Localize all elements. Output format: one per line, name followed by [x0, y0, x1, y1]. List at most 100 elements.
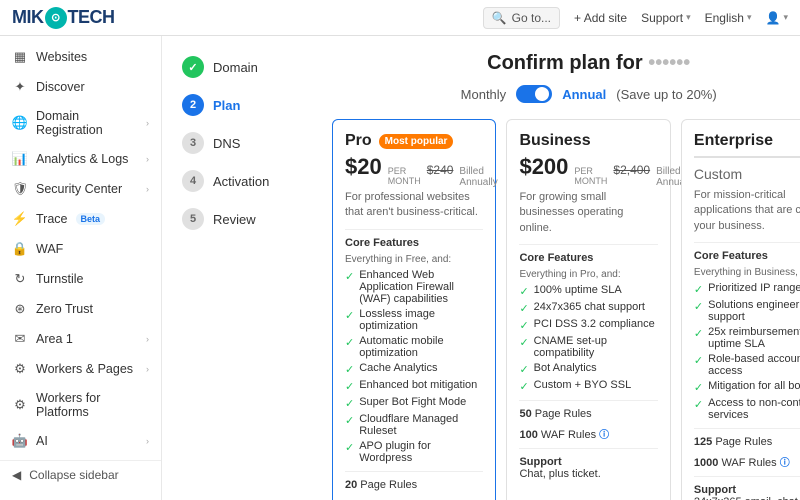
step-circle-plan: 2	[182, 94, 204, 116]
biz-support-title: Support	[519, 456, 657, 468]
step-label-review: Review	[213, 212, 256, 227]
chevron-right-icon: ›	[146, 436, 149, 446]
check-icon: ✓	[519, 302, 528, 315]
sidebar-item-domain-reg[interactable]: 🌐 Domain Registration ›	[0, 102, 161, 144]
language-label: English	[705, 11, 744, 25]
sidebar-label: AI	[36, 434, 48, 448]
check-icon: ✓	[345, 414, 354, 427]
nav-actions: 🔍 Go to... + Add site Support ▾ English …	[483, 7, 788, 29]
sidebar-label: Security Center	[36, 182, 122, 196]
step-activation: 4 Activation	[182, 170, 312, 192]
beta-badge: Beta	[76, 213, 106, 225]
sidebar-item-workers-platform[interactable]: ⚙ Workers for Platforms	[0, 384, 161, 426]
sidebar-item-ai[interactable]: 🤖 AI ›	[0, 426, 161, 456]
sidebar-item-workers[interactable]: ⚙ Workers & Pages ›	[0, 354, 161, 384]
enterprise-price: Custom	[694, 166, 800, 182]
pro-price-per: PERMONTH	[388, 167, 421, 187]
websites-icon: ▦	[12, 49, 28, 65]
sidebar-label: Discover	[36, 80, 85, 94]
sidebar-label: Analytics & Logs	[36, 152, 128, 166]
plan-card-pro[interactable]: Pro Most popular $20 PERMONTH $240 Bille…	[332, 119, 496, 500]
sidebar-item-analytics[interactable]: 📊 Analytics & Logs ›	[0, 144, 161, 174]
step-circle-review: 5	[182, 208, 204, 230]
sidebar: ▦ Websites ✦ Discover 🌐 Domain Registrat…	[0, 36, 162, 500]
check-icon: ✓	[345, 397, 354, 410]
chevron-down-icon: ▾	[783, 12, 788, 23]
sidebar-item-waf[interactable]: 🔒 WAF	[0, 234, 161, 264]
ent-feature-2: ✓Solutions engineer support	[694, 299, 800, 323]
turnstile-icon: ↻	[12, 271, 28, 287]
biz-feature-3: ✓PCI DSS 3.2 compliance	[519, 318, 657, 332]
trace-icon: ⚡	[12, 211, 28, 227]
wizard-layout: ✓ Domain 2 Plan 3 DNS 4 Activation 5 R	[182, 52, 780, 500]
step-circle-dns: 3	[182, 132, 204, 154]
pro-price: $20	[345, 154, 382, 180]
pro-price-annual: $240	[427, 163, 454, 177]
business-section-sub: Everything in Pro, and:	[519, 269, 657, 280]
top-nav: MIK⊙TECH 🔍 Go to... + Add site Support ▾…	[0, 0, 800, 36]
sidebar-item-security[interactable]: 🛡 Security Center ›	[0, 174, 161, 204]
check-icon: ✓	[519, 336, 528, 349]
logo: MIK⊙TECH	[12, 7, 115, 29]
add-site-button[interactable]: + Add site	[574, 11, 627, 25]
collapse-label: Collapse sidebar	[29, 468, 118, 482]
chevron-right-icon: ›	[146, 364, 149, 374]
collapse-sidebar-button[interactable]: ◀ Collapse sidebar	[0, 460, 161, 489]
sidebar-label: Domain Registration	[36, 109, 138, 137]
ent-rules-waf: 1000 WAF Rules ⓘ	[694, 454, 800, 469]
business-price-per: PERMONTH	[574, 167, 607, 187]
business-header: Business	[519, 132, 657, 150]
analytics-icon: 📊	[12, 151, 28, 167]
business-price-row: $200 PERMONTH $2,400 Billed Annually	[519, 154, 657, 188]
plan-card-business[interactable]: Business $200 PERMONTH $2,400 Billed Ann…	[506, 119, 670, 500]
collapse-icon: ◀	[12, 468, 21, 482]
save-label: (Save up to 20%)	[616, 87, 716, 102]
ent-feature-5: ✓Mitigation for all bots	[694, 380, 800, 394]
pro-name: Pro	[345, 132, 372, 150]
enterprise-section-title: Core Features	[694, 250, 800, 262]
check-icon: ✓	[345, 309, 354, 322]
check-icon: ✓	[694, 283, 703, 296]
main-content: ✓ Domain 2 Plan 3 DNS 4 Activation 5 R	[162, 36, 800, 500]
enterprise-section-sub: Everything in Business, and:	[694, 267, 800, 278]
ent-support-title: Support	[694, 484, 800, 496]
sidebar-item-turnstile[interactable]: ↻ Turnstile	[0, 264, 161, 294]
plan-card-enterprise[interactable]: Enterprise Custom For mission-critical a…	[681, 119, 800, 500]
ent-feature-4: ✓Role-based account access	[694, 353, 800, 377]
step-label-dns: DNS	[213, 136, 240, 151]
support-menu[interactable]: Support ▾	[641, 11, 691, 25]
workers-icon: ⚙	[12, 361, 28, 377]
user-menu[interactable]: 👤 ▾	[766, 11, 788, 25]
step-domain: ✓ Domain	[182, 56, 312, 78]
sidebar-item-websites[interactable]: ▦ Websites	[0, 42, 161, 72]
sidebar-item-trace[interactable]: ⚡ Trace Beta	[0, 204, 161, 234]
business-desc: For growing small businesses operating o…	[519, 190, 657, 236]
plan-title: Confirm plan for ••••••	[332, 52, 800, 75]
search-icon: 🔍	[492, 11, 507, 25]
info-icon: ⓘ	[780, 458, 790, 469]
annual-label: Annual	[562, 87, 606, 102]
sidebar-item-zerotrust[interactable]: ⊛ Zero Trust	[0, 294, 161, 324]
biz-feature-6: ✓Custom + BYO SSL	[519, 379, 657, 393]
goto-button[interactable]: 🔍 Go to...	[483, 7, 560, 29]
sidebar-label: Websites	[36, 50, 87, 64]
step-label-domain: Domain	[213, 60, 258, 75]
check-icon: ✓	[519, 380, 528, 393]
biz-feature-5: ✓Bot Analytics	[519, 362, 657, 376]
step-circle-activation: 4	[182, 170, 204, 192]
security-icon: 🛡	[12, 181, 28, 197]
pro-feature-7: ✓Cloudflare Managed Ruleset	[345, 413, 483, 437]
sidebar-label: Turnstile	[36, 272, 83, 286]
sidebar-item-discover[interactable]: ✦ Discover	[0, 72, 161, 102]
add-site-label: + Add site	[574, 11, 627, 25]
pro-price-row: $20 PERMONTH $240 Billed Annually	[345, 154, 483, 188]
support-label: Support	[641, 11, 683, 25]
billing-toggle-switch[interactable]	[516, 85, 552, 103]
sidebar-item-area1[interactable]: ✉ Area 1 ›	[0, 324, 161, 354]
chevron-right-icon: ›	[146, 154, 149, 164]
check-icon: ✓	[345, 441, 354, 454]
plan-content: Confirm plan for •••••• Monthly Annual (…	[332, 52, 800, 500]
business-section-title: Core Features	[519, 252, 657, 264]
language-menu[interactable]: English ▾	[705, 11, 752, 25]
step-dns: 3 DNS	[182, 132, 312, 154]
